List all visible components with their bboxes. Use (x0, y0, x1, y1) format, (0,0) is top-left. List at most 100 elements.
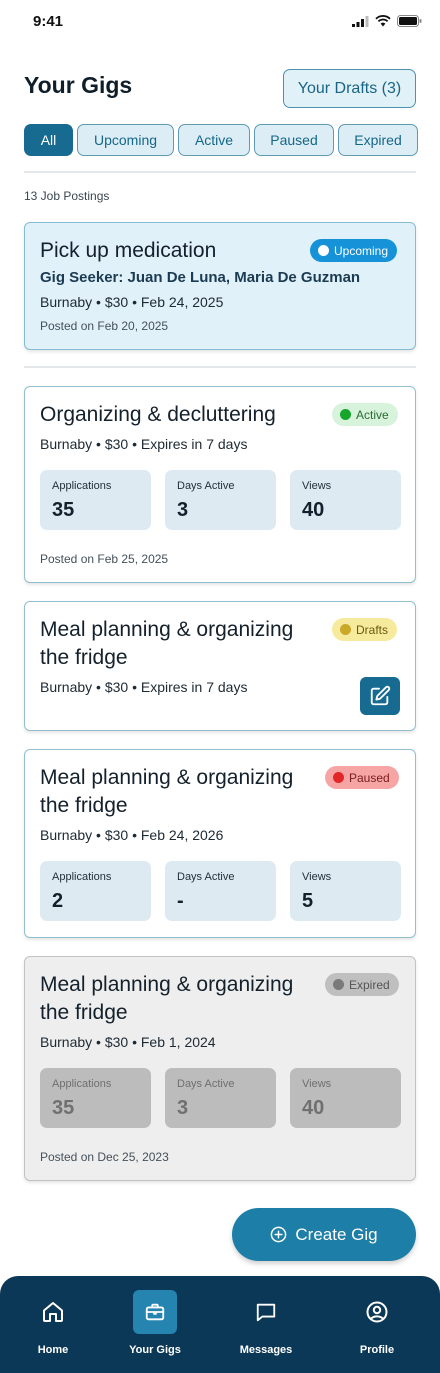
gig-card-upcoming[interactable]: Pick up medication Upcoming Gig Seeker: … (24, 222, 416, 350)
nav-icon-wrap (133, 1290, 177, 1334)
stat-views: Views 40 (290, 1068, 401, 1128)
briefcase-icon (145, 1303, 165, 1321)
gig-meta: Burnaby • $30 • Feb 24, 2026 (40, 827, 224, 843)
stat-value: 2 (52, 890, 64, 912)
stat-days-active: Days Active 3 (165, 1068, 276, 1128)
stat-applications: Applications 35 (40, 1068, 151, 1128)
gig-card-expired[interactable]: Meal planning & organizing the fridge Ex… (24, 956, 416, 1181)
stat-label: Days Active (177, 871, 235, 883)
stat-label: Days Active (177, 1078, 235, 1090)
nav-icon-wrap (355, 1290, 399, 1334)
status-badge-label: Paused (349, 770, 390, 785)
gig-seeker: Gig Seeker: Juan De Luna, Maria De Guzma… (40, 269, 361, 286)
stat-views: Views 5 (290, 861, 401, 921)
stat-value: - (177, 890, 184, 912)
status-dot (333, 979, 344, 990)
stat-label: Days Active (177, 480, 235, 492)
filter-paused[interactable]: Paused (254, 124, 334, 156)
status-badge-label: Active (356, 407, 389, 422)
status-time: 9:41 (33, 13, 64, 30)
wifi-icon (375, 15, 391, 27)
nav-icon-wrap (244, 1290, 288, 1334)
filter-all[interactable]: All (24, 124, 73, 156)
gig-meta: Burnaby • $30 • Expires in 7 days (40, 679, 248, 695)
gig-meta: Burnaby • $30 • Expires in 7 days (40, 436, 248, 452)
stat-days-active: Days Active - (165, 861, 276, 921)
stat-label: Applications (52, 1078, 112, 1090)
status-dot (333, 772, 344, 783)
stat-days-active: Days Active 3 (165, 470, 276, 530)
gig-title-line1: Meal planning & organizing (40, 973, 294, 996)
gig-title-line2: the fridge (40, 646, 128, 669)
stat-label: Views (302, 871, 332, 883)
stat-value: 5 (302, 890, 314, 912)
stat-label: Applications (52, 480, 112, 492)
stat-value: 40 (302, 499, 325, 521)
page-title: Your Gigs (24, 72, 133, 98)
nav-profile[interactable]: Profile (332, 1290, 422, 1370)
stat-label: Views (302, 1078, 332, 1090)
plus-circle-icon (271, 1226, 287, 1243)
filter-expired[interactable]: Expired (338, 124, 418, 156)
status-badge-paused: Paused (325, 766, 399, 789)
nav-label: Your Gigs (129, 1344, 181, 1356)
edit-icon (370, 685, 391, 706)
posted-date: Posted on Feb 25, 2025 (40, 552, 169, 566)
nav-label: Home (37, 1344, 69, 1356)
your-drafts-button[interactable]: Your Drafts (3) (283, 69, 416, 108)
filter-upcoming[interactable]: Upcoming (77, 124, 174, 156)
status-badge-label: Upcoming (334, 243, 389, 258)
filter-active[interactable]: Active (178, 124, 250, 156)
divider (24, 171, 416, 173)
status-dot (340, 624, 351, 635)
posted-date: Posted on Feb 20, 2025 (40, 319, 169, 333)
status-badge-label: Drafts (356, 622, 389, 637)
stat-value: 35 (52, 499, 75, 521)
postings-count: 13 Job Postings (24, 189, 110, 203)
signal-icon (352, 15, 369, 27)
nav-label: Profile (359, 1344, 395, 1356)
status-badge-upcoming: Upcoming (310, 239, 398, 262)
divider (24, 366, 416, 368)
gig-meta: Burnaby • $30 • Feb 24, 2025 (40, 294, 224, 310)
status-dot (340, 409, 351, 420)
status-dot (318, 245, 329, 256)
create-gig-label: Create Gig (295, 1224, 378, 1244)
stat-applications: Applications 2 (40, 861, 151, 921)
gig-meta: Burnaby • $30 • Feb 1, 2024 (40, 1034, 216, 1050)
status-badge-label: Expired (349, 977, 390, 992)
nav-your-gigs[interactable]: Your Gigs (110, 1290, 200, 1370)
gig-title-line1: Meal planning & organizing (40, 618, 294, 641)
gig-card-paused[interactable]: Meal planning & organizing the fridge Pa… (24, 749, 416, 938)
gig-title: Organizing & decluttering (40, 403, 276, 426)
nav-icon-wrap (31, 1290, 75, 1334)
gig-title-line2: the fridge (40, 1001, 128, 1024)
create-gig-button[interactable]: Create Gig (232, 1208, 416, 1261)
status-icons (352, 15, 422, 27)
gig-card-active[interactable]: Organizing & decluttering Active Burnaby… (24, 386, 416, 583)
bottom-nav: Home Your Gigs Messages Profile (0, 1276, 440, 1373)
status-badge-expired: Expired (325, 973, 399, 996)
status-bar: 9:41 (0, 0, 440, 44)
stat-views: Views 40 (290, 470, 401, 530)
gig-title-line2: the fridge (40, 794, 128, 817)
nav-messages[interactable]: Messages (221, 1290, 311, 1370)
stat-label: Views (302, 480, 332, 492)
status-badge-drafts: Drafts (332, 618, 398, 641)
home-icon (43, 1302, 63, 1322)
stat-applications: Applications 35 (40, 470, 151, 530)
gig-card-draft[interactable]: Meal planning & organizing the fridge Dr… (24, 601, 416, 731)
stat-value: 3 (177, 499, 189, 521)
posted-date: Posted on Dec 25, 2023 (40, 1150, 169, 1164)
stat-value: 40 (302, 1097, 325, 1119)
stat-value: 3 (177, 1097, 189, 1119)
profile-icon (366, 1301, 388, 1323)
gig-title-line1: Meal planning & organizing (40, 766, 294, 789)
nav-home[interactable]: Home (8, 1290, 98, 1370)
stat-value: 35 (52, 1097, 75, 1119)
edit-draft-button[interactable] (360, 677, 400, 715)
message-icon (256, 1303, 276, 1322)
nav-label: Messages (239, 1344, 293, 1356)
battery-icon (397, 15, 422, 27)
stat-label: Applications (52, 871, 112, 883)
